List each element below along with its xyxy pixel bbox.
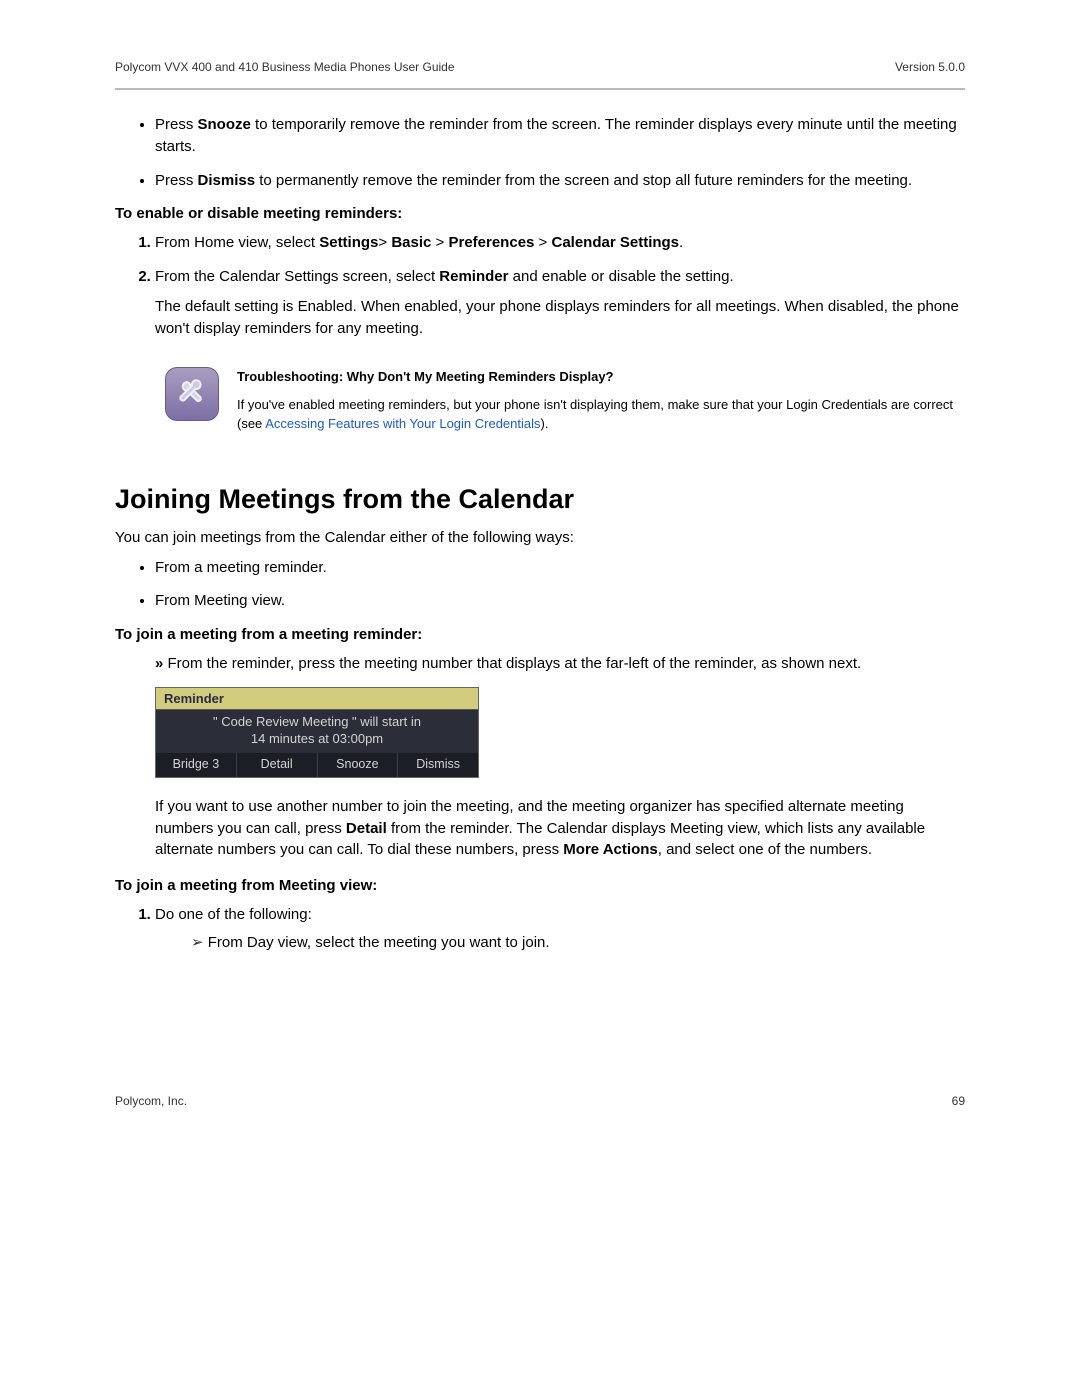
dismiss-label: Dismiss [198,172,256,189]
snooze-label: Snooze [198,116,251,133]
phone-message: " Code Review Meeting " will start in 14… [156,710,478,753]
troubleshooting-callout: Troubleshooting: Why Don't My Meeting Re… [165,367,965,434]
login-credentials-link[interactable]: Accessing Features with Your Login Crede… [265,416,540,431]
text: to permanently remove the reminder from … [255,172,912,189]
join-reminder-steps: From the reminder, press the meeting num… [115,653,965,675]
softkey-snooze: Snooze [318,753,399,777]
text: , and select one of the numbers. [658,841,872,858]
join-from-meeting-view-heading: To join a meeting from Meeting view: [115,877,965,894]
option-reminder: From a meeting reminder. [155,557,965,579]
after-screenshot-para: If you want to use another number to joi… [155,796,965,861]
phone-screenshot: Reminder " Code Review Meeting " will st… [155,687,479,778]
more-actions-label: More Actions [563,841,657,858]
troubleshooting-body: Troubleshooting: Why Don't My Meeting Re… [237,367,965,434]
option-meeting-view: From Meeting view. [155,590,965,612]
dismiss-bullet: Press Dismiss to permanently remove the … [155,170,965,192]
page-footer: Polycom, Inc. 69 [115,1094,965,1108]
sub-steps: From Day view, select the meeting you wa… [155,932,965,954]
default-note: The default setting is Enabled. When ena… [155,296,965,340]
snooze-bullet: Press Snooze to temporarily remove the r… [155,114,965,158]
join-reminder-step: From the reminder, press the meeting num… [155,653,965,675]
footer-company: Polycom, Inc. [115,1094,187,1108]
text: to temporarily remove the reminder from … [155,116,957,155]
text: From the Calendar Settings screen, selec… [155,268,439,285]
phone-title-bar: Reminder [156,688,478,710]
sub-step-day-view: From Day view, select the meeting you wa… [191,932,965,954]
join-meeting-view-steps: Do one of the following: From Day view, … [115,904,965,954]
detail-label: Detail [346,820,387,837]
section-intro: You can join meetings from the Calendar … [115,527,965,549]
softkey-dismiss: Dismiss [398,753,478,777]
phone-msg-line2: 14 minutes at 03:00pm [251,731,383,746]
text: ). [541,416,549,431]
nav-calendar-settings: Calendar Settings [552,234,680,251]
text: From Home view, select [155,234,319,251]
phone-msg-line1: " Code Review Meeting " will start in [213,714,421,729]
softkey-detail: Detail [237,753,318,777]
doc-title: Polycom VVX 400 and 410 Business Media P… [115,60,455,74]
phone-softkeys: Bridge 3 Detail Snooze Dismiss [156,753,478,777]
section-heading: Joining Meetings from the Calendar [115,484,965,515]
text: . [679,234,683,251]
text: Press [155,116,198,133]
enable-reminders-steps: From Home view, select Settings> Basic >… [115,232,965,339]
text: Do one of the following: [155,906,312,923]
mv-step-1: Do one of the following: From Day view, … [155,904,965,954]
footer-page-number: 69 [952,1094,965,1108]
troubleshooting-title: Troubleshooting: Why Don't My Meeting Re… [237,367,965,387]
text: > [431,234,448,251]
reminder-setting-label: Reminder [439,268,508,285]
troubleshooting-text: If you've enabled meeting reminders, but… [237,395,965,434]
text: > [534,234,551,251]
text: and enable or disable the setting. [508,268,733,285]
doc-version: Version 5.0.0 [895,60,965,74]
tools-icon [165,367,219,421]
nav-settings: Settings [319,234,378,251]
page-header: Polycom VVX 400 and 410 Business Media P… [115,60,965,74]
enable-reminders-heading: To enable or disable meeting reminders: [115,205,965,222]
step-1: From Home view, select Settings> Basic >… [155,232,965,254]
join-from-reminder-heading: To join a meeting from a meeting reminde… [115,626,965,643]
text: Press [155,172,198,189]
text: > [378,234,391,251]
softkey-bridge: Bridge 3 [156,753,237,777]
step-2: From the Calendar Settings screen, selec… [155,266,965,339]
reminder-options-list: Press Snooze to temporarily remove the r… [115,114,965,191]
nav-basic: Basic [391,234,431,251]
header-rule [115,88,965,90]
join-options-list: From a meeting reminder. From Meeting vi… [115,557,965,613]
nav-preferences: Preferences [448,234,534,251]
